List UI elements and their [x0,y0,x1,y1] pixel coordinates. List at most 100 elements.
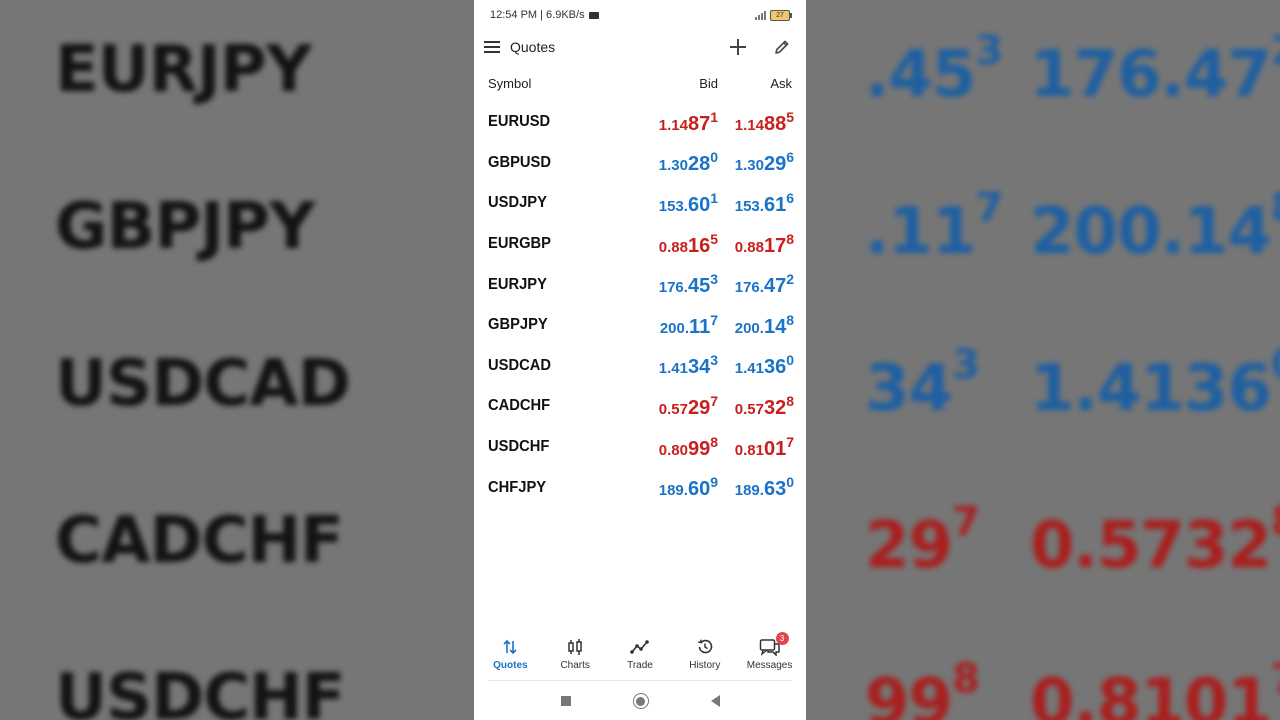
price-part-b: 34 [687,356,711,379]
price-part-a: 0.57 [658,400,688,418]
price-part-c: 1 [710,108,718,125]
price-part-b: 11 [689,315,711,338]
symbol-label: USDJPY [488,194,547,212]
quote-row-cadchf[interactable]: CADCHF 0.57297 0.57328 [474,386,806,427]
price-part-b: 60 [687,193,711,216]
symbol-label: USDCAD [488,356,551,374]
bid-price: 189.609 [638,474,718,501]
tab-label: Charts [560,659,590,671]
price-part-a: 200. [734,319,764,337]
price-part-a: 0.88 [658,238,688,256]
price-part-b: 87 [687,112,711,135]
quote-row-eurgbp[interactable]: EURGBP 0.88165 0.88178 [474,224,806,265]
price-part-c: 6 [786,149,794,166]
price-part-a: 176. [734,279,764,297]
price-part-c: 7 [786,433,794,450]
price-part-a: 1.30 [658,157,688,175]
divider [488,680,792,681]
pencil-edit-icon[interactable] [772,37,792,57]
price-part-b: 28 [687,153,711,176]
price-part-c: 0 [786,474,794,491]
add-symbol-button[interactable] [728,37,748,57]
bid-price: 200.117 [638,312,718,339]
price-part-a: 1.14 [658,116,688,134]
price-part-b: 14 [763,315,787,338]
price-part-a: 189. [658,482,688,500]
price-part-c: 2 [786,271,794,288]
price-part-b: 16 [687,234,711,257]
bid-price: 0.80998 [638,434,718,461]
bid-price: 0.57297 [638,393,718,420]
menu-icon[interactable] [484,41,500,53]
quote-row-eurusd[interactable]: EURUSD 1.14871 1.14885 [474,102,806,143]
signal-icon [755,10,766,20]
quote-list: EURUSD 1.14871 1.14885 GBPUSD 1.30280 1.30296… [474,102,806,508]
price-part-a: 1.41 [658,360,688,378]
status-time: 12:54 PM | 6.9KB/s [490,9,585,21]
battery-icon: 27 [770,9,792,21]
price-part-a: 153. [734,197,764,215]
quote-row-gbpusd[interactable]: GBPUSD 1.30280 1.30296 [474,143,806,184]
tab-trade[interactable]: Trade [608,636,672,671]
bid-price: 1.30280 [638,149,718,176]
column-symbol: Symbol [488,75,532,91]
symbol-label: GBPUSD [488,153,551,171]
trend-line-icon [630,636,650,658]
symbol-label: CADCHF [488,397,551,415]
column-bid: Bid [699,75,718,91]
price-part-c: 9 [710,474,718,491]
quote-row-usdchf[interactable]: USDCHF 0.80998 0.81017 [474,427,806,468]
page-title: Quotes [510,39,556,55]
home-button[interactable] [632,693,649,709]
quote-row-usdjpy[interactable]: USDJPY 153. 601 153.616 [474,183,806,224]
price-part-a: 200. [659,319,690,337]
bid-price: 1.14871 [638,109,718,136]
tab-label: Messages [746,659,793,671]
tab-label: Quotes [493,659,528,671]
system-navigation-bar [474,682,806,720]
price-part-c: 3 [710,271,718,288]
price-part-c: 0 [786,352,794,369]
price-part-b: 01 [763,437,787,460]
quote-row-gbpjpy[interactable]: GBPJPY 200.117 200.148 [474,305,806,346]
price-part-c: 7 [710,311,718,328]
price-part-b: 47 [763,275,787,298]
quote-row-usdcad[interactable]: USDCAD 1.41343 1.41 360 [474,346,806,387]
symbol-label: CHFJPY [488,478,547,496]
bid-price: 1.41343 [638,352,718,379]
price-part-b: 36 [763,356,787,379]
tab-messages[interactable]: Messages 3 [738,631,802,671]
price-part-c: 8 [710,433,718,450]
tab-charts[interactable]: Charts [543,636,607,671]
quote-row-chfjpy[interactable]: CHFJPY 189.609 189.630 [474,467,806,508]
recent-apps-button[interactable] [560,696,571,706]
column-headers: Symbol Bid Ask [474,64,806,102]
price-part-a: 189. [734,482,764,500]
bottom-navigation: Quotes Charts Trade History Messages 3 [474,626,806,680]
column-ask: Ask [770,75,792,91]
symbol-label: EURUSD [488,113,551,131]
symbol-label: EURJPY [488,275,547,293]
ask-price: 0.88178 [724,231,794,258]
candlestick-icon [566,636,584,658]
symbol-label: GBPJPY [488,316,548,334]
ask-price: 153.616 [724,190,794,217]
quote-row-eurjpy[interactable]: EURJPY 176.453 176.472 [474,264,806,305]
price-part-b: 88 [763,112,787,135]
ask-price: 176.472 [724,271,794,298]
back-button[interactable] [710,695,720,707]
price-part-c: 3 [710,352,718,369]
price-part-c: 5 [710,230,718,247]
ask-price: 0.57328 [724,393,794,420]
tab-history[interactable]: History [673,636,737,671]
price-part-a: 0.80 [658,441,688,459]
price-part-b: 60 [687,478,711,501]
price-part-c: 8 [786,311,794,328]
price-part-c: 6 [786,189,794,206]
price-part-a: 1.30 [734,157,764,175]
price-part-b: 61 [763,193,787,216]
tab-quotes[interactable]: Quotes [478,636,542,671]
price-part-c: 8 [786,230,794,247]
unread-badge: 3 [775,631,789,645]
price-part-c: 1 [710,189,718,206]
